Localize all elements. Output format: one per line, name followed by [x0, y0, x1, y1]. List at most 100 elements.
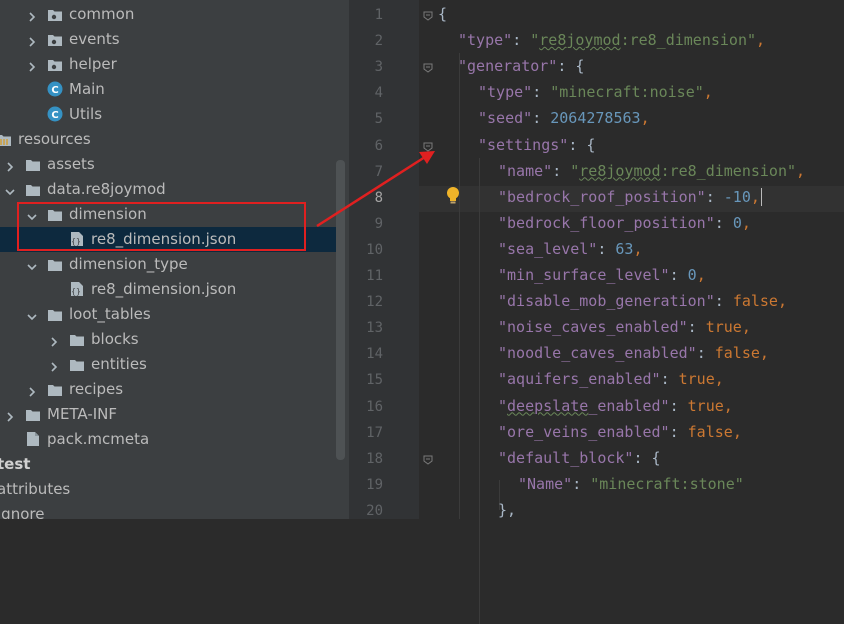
line-number: 7	[374, 163, 383, 180]
code-line[interactable]: "min_surface_level": 0,	[498, 266, 706, 292]
lightbulb-icon[interactable]	[445, 186, 461, 206]
tree-item-label: loot_tables	[69, 305, 151, 323]
code-line[interactable]: "default_block": {	[498, 449, 661, 475]
code-line[interactable]: "noodle_caves_enabled": false,	[498, 344, 769, 370]
folder-icon	[69, 357, 85, 371]
code-line[interactable]: "type": "minecraft:noise",	[478, 83, 713, 109]
tree-item-label: recipes	[69, 380, 124, 398]
tree-item-label: test	[0, 455, 31, 473]
fold-marker-icon[interactable]	[423, 63, 433, 73]
tree-item[interactable]: recipes	[0, 377, 336, 402]
tree-item[interactable]: blocks	[0, 327, 336, 352]
line-number: 5	[374, 111, 383, 128]
fold-marker-icon[interactable]	[423, 455, 433, 465]
folder-icon	[47, 257, 63, 271]
folder-icon	[47, 382, 63, 396]
tree-item[interactable]: {} re8_dimension.json	[0, 277, 336, 302]
tree-item[interactable]: dimension_type	[0, 252, 336, 277]
tree-item-label: Main	[69, 80, 105, 98]
tree-scrollbar[interactable]	[336, 160, 345, 460]
tree-item-label: events	[69, 30, 120, 48]
indent-guide	[459, 53, 460, 519]
code-line[interactable]: {	[438, 5, 447, 31]
chevron-down-icon[interactable]	[26, 258, 38, 271]
code-line[interactable]: "bedrock_floor_position": 0,	[498, 214, 751, 240]
tree-item[interactable]: common	[0, 2, 336, 27]
chevron-down-icon[interactable]	[26, 308, 38, 321]
tree-item[interactable]: entities	[0, 352, 336, 377]
line-number: 3	[374, 59, 383, 76]
tree-item[interactable]: C Utils	[0, 102, 336, 127]
resources-folder-icon	[0, 132, 12, 146]
tree-item[interactable]: loot_tables	[0, 302, 336, 327]
folder-icon	[25, 407, 41, 421]
code-line[interactable]: "generator": {	[458, 57, 584, 83]
tree-item-label: ignore	[0, 505, 45, 519]
line-number: 20	[366, 502, 383, 519]
tree-item[interactable]: helper	[0, 52, 336, 77]
svg-text:{}: {}	[71, 287, 81, 296]
chevron-right-icon[interactable]	[26, 33, 38, 47]
tree-item[interactable]: test	[0, 452, 336, 477]
tree-item[interactable]: META-INF	[0, 402, 336, 427]
line-number: 19	[366, 476, 383, 493]
tree-item-label: helper	[69, 55, 117, 73]
fold-marker-icon[interactable]	[423, 11, 433, 21]
tree-item-label: META-INF	[47, 405, 118, 423]
project-tree-panel[interactable]: common events helper C Main C Utils resources as…	[0, 0, 349, 519]
code-line[interactable]: "type": "re8joymod:re8_dimension",	[458, 31, 765, 57]
tree-item-label: entities	[91, 355, 147, 373]
tree-item-label: pack.mcmeta	[47, 430, 150, 448]
code-line[interactable]: "deepslate_enabled": true,	[498, 397, 733, 423]
annotation-highlight-box	[17, 202, 306, 251]
fold-marker-icon[interactable]	[423, 142, 433, 152]
code-line[interactable]: },	[498, 501, 516, 527]
tree-item[interactable]: ignore	[0, 502, 336, 519]
line-number: 8	[374, 189, 383, 206]
line-number-gutter	[349, 0, 419, 519]
tree-item[interactable]: events	[0, 27, 336, 52]
code-line[interactable]: "aquifers_enabled": true,	[498, 370, 724, 396]
code-line[interactable]: "sea_level": 63,	[498, 240, 643, 266]
line-number: 14	[366, 346, 383, 363]
code-line[interactable]: "disable_mob_generation": false,	[498, 292, 787, 318]
svg-text:C: C	[51, 85, 58, 96]
tree-item[interactable]: pack.mcmeta	[0, 427, 336, 452]
svg-text:C: C	[51, 110, 58, 121]
package-folder-icon	[47, 57, 63, 71]
line-number: 6	[374, 137, 383, 154]
line-number: 11	[366, 268, 383, 284]
chevron-right-icon[interactable]	[26, 8, 38, 22]
code-line[interactable]: "settings": {	[478, 136, 595, 162]
chevron-down-icon[interactable]	[4, 183, 16, 196]
tree-item-label: assets	[47, 155, 95, 173]
json-file-icon: {}	[69, 281, 85, 296]
tree-item-label: Utils	[69, 105, 103, 123]
tree-item[interactable]: resources	[0, 127, 336, 152]
code-line[interactable]: "ore_veins_enabled": false,	[498, 423, 742, 449]
code-line[interactable]: "Name": "minecraft:stone"	[518, 475, 744, 501]
code-line[interactable]: "noise_caves_enabled": true,	[498, 318, 751, 344]
chevron-right-icon[interactable]	[26, 383, 38, 397]
java-class-icon: C	[47, 81, 63, 97]
chevron-right-icon[interactable]	[4, 158, 16, 172]
code-line[interactable]: "bedrock_roof_position": -10,	[498, 187, 762, 214]
chevron-right-icon[interactable]	[26, 58, 38, 72]
code-line[interactable]: "seed": 2064278563,	[478, 109, 650, 135]
line-number: 9	[374, 215, 383, 232]
tree-item[interactable]: data.re8joymod	[0, 177, 336, 202]
java-class-icon: C	[47, 106, 63, 122]
chevron-right-icon[interactable]	[4, 408, 16, 422]
tree-item[interactable]: C Main	[0, 77, 336, 102]
tree-item[interactable]: attributes	[0, 477, 336, 502]
chevron-right-icon[interactable]	[48, 333, 60, 347]
line-number: 18	[366, 450, 383, 467]
file-icon	[25, 431, 41, 446]
text-caret	[760, 187, 762, 206]
tree-item[interactable]: assets	[0, 152, 336, 177]
code-line[interactable]: "name": "re8joymod:re8_dimension",	[498, 162, 805, 188]
line-number: 17	[366, 424, 383, 441]
tree-item-label: dimension_type	[69, 255, 188, 273]
folder-icon	[47, 307, 63, 321]
chevron-right-icon[interactable]	[48, 358, 60, 372]
